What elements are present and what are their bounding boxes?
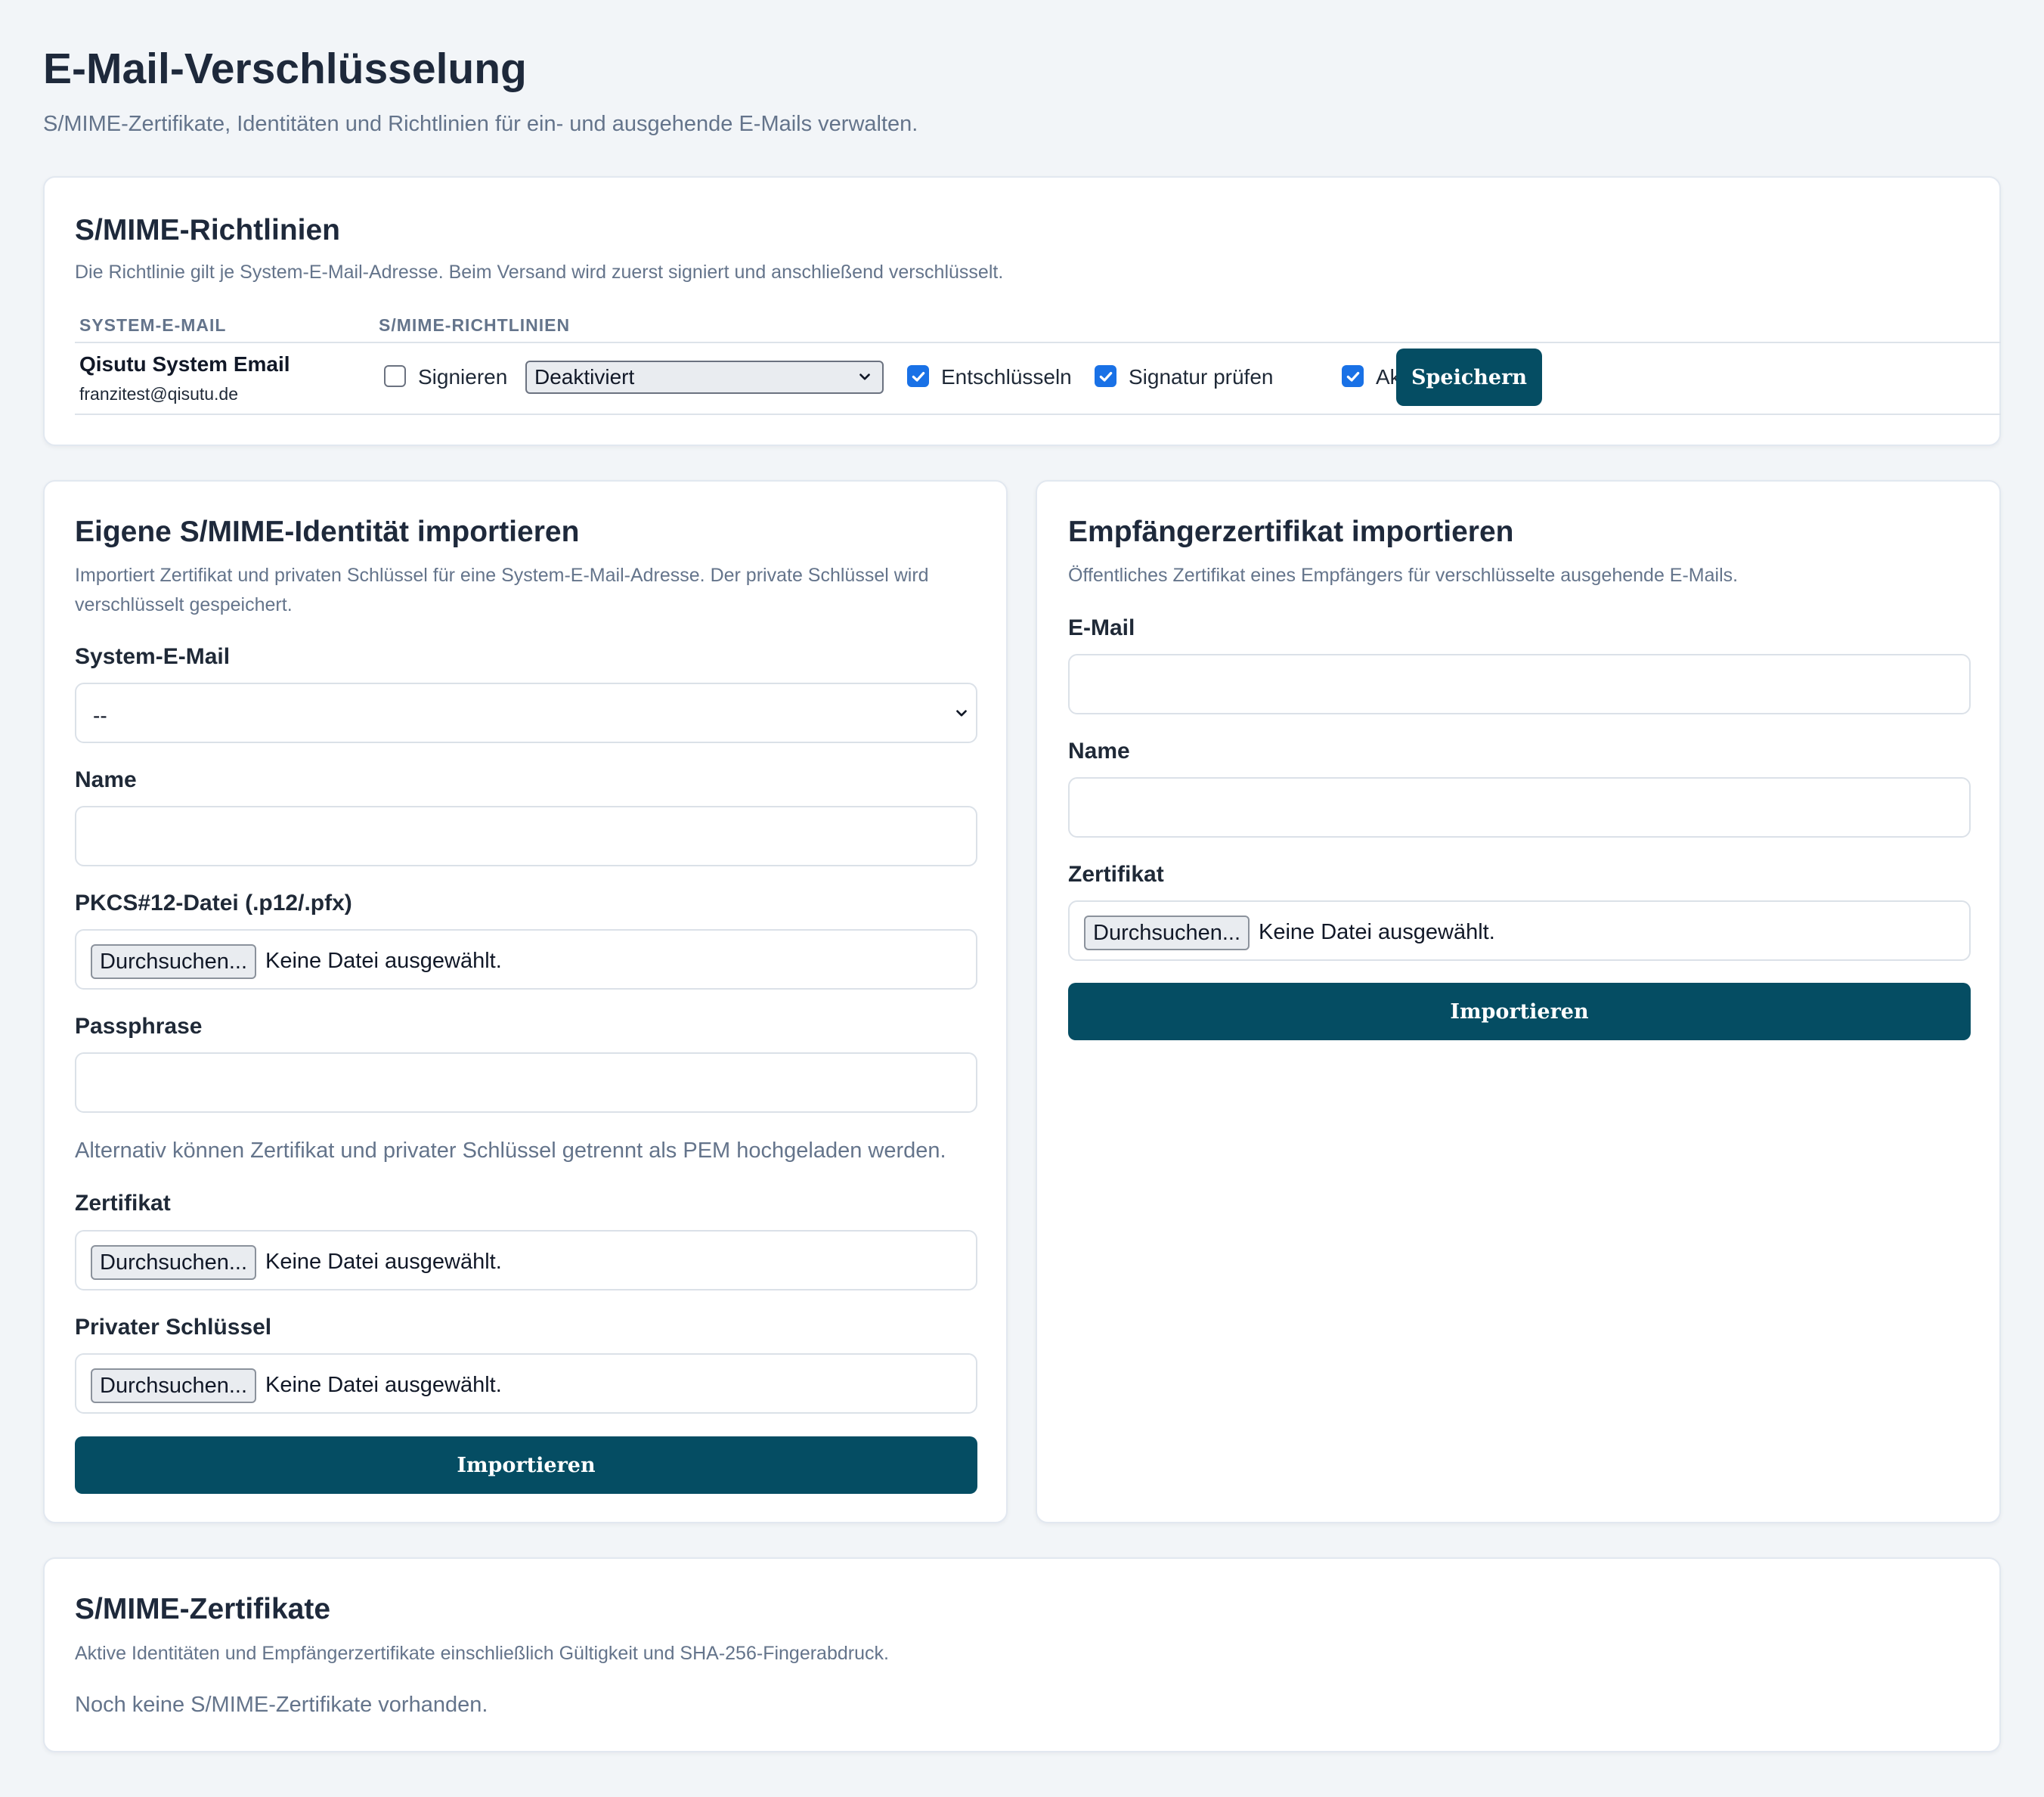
sign-label: Signieren: [418, 365, 508, 389]
page-subtitle: S/MIME-Zertifikate, Identitäten und Rich…: [43, 112, 918, 136]
verify-signature-checkbox[interactable]: [1095, 365, 1116, 387]
recipient-import-title: Empfängerzertifikat importieren: [1068, 516, 1514, 548]
certificates-empty-message: Noch keine S/MIME-Zertifikate vorhanden.: [75, 1693, 488, 1717]
checkmark-icon: [912, 371, 924, 382]
table-header-divider: [75, 342, 2001, 343]
identity-import-description-line2: verschlüsselt gespeichert.: [75, 594, 293, 615]
recipient-name-label: Name: [1068, 739, 1130, 764]
smime-policies-card: S/MIME-Richtlinien Die Richtlinie gilt j…: [43, 176, 2001, 446]
identity-certificate-label: Zertifikat: [75, 1191, 171, 1216]
certificates-card: S/MIME-Zertifikate Aktive Identitäten un…: [43, 1557, 2001, 1752]
identity-certificate-file-status: Keine Datei ausgewählt.: [265, 1250, 502, 1274]
system-email-select[interactable]: --: [75, 683, 977, 743]
decrypt-checkbox[interactable]: [907, 365, 929, 387]
policies-title: S/MIME-Richtlinien: [75, 214, 340, 246]
active-checkbox[interactable]: [1342, 365, 1364, 387]
recipient-import-card: Empfängerzertifikat importieren Öffentli…: [1036, 480, 2001, 1523]
pkcs12-file-status: Keine Datei ausgewählt.: [265, 949, 502, 973]
chevron-down-icon: [956, 710, 967, 717]
pkcs12-browse-button[interactable]: Durchsuchen...: [91, 944, 257, 979]
chevron-down-icon: [859, 373, 870, 380]
private-key-label: Privater Schlüssel: [75, 1315, 272, 1340]
passphrase-input[interactable]: [75, 1052, 977, 1113]
system-email-name: Qisutu System Email: [79, 352, 290, 376]
identity-import-card: Eigene S/MIME-Identität importieren Impo…: [43, 480, 1008, 1523]
recipient-email-input[interactable]: [1068, 654, 1971, 714]
recipient-name-input[interactable]: [1068, 777, 1971, 838]
pem-alternative-hint: Alternativ können Zertifikat und private…: [75, 1139, 946, 1163]
checkmark-icon: [1346, 371, 1359, 382]
certificates-description: Aktive Identitäten und Empfängerzertifik…: [75, 1643, 889, 1664]
policies-description: Die Richtlinie gilt je System-E-Mail-Adr…: [75, 262, 1004, 283]
system-email-address: franzitest@qisutu.de: [79, 384, 239, 404]
recipient-certificate-file-input[interactable]: Durchsuchen... Keine Datei ausgewählt.: [1068, 900, 1971, 961]
private-key-file-status: Keine Datei ausgewählt.: [265, 1373, 502, 1397]
identity-import-title: Eigene S/MIME-Identität importieren: [75, 516, 580, 548]
encryption-settings-page: E-Mail-Verschlüsselung S/MIME-Zertifikat…: [0, 0, 2044, 1797]
recipient-email-label: E-Mail: [1068, 615, 1135, 640]
identity-certificate-browse-button[interactable]: Durchsuchen...: [91, 1245, 257, 1280]
identity-name-input[interactable]: [75, 806, 977, 866]
encryption-mode-value: Deaktiviert: [534, 365, 635, 389]
system-email-label: System-E-Mail: [75, 644, 231, 669]
checkmark-icon: [1099, 371, 1112, 382]
page-title: E-Mail-Verschlüsselung: [43, 45, 527, 93]
identity-name-label: Name: [75, 767, 137, 792]
sign-checkbox[interactable]: [384, 365, 406, 387]
system-email-select-value: --: [93, 704, 107, 727]
recipient-certificate-browse-button[interactable]: Durchsuchen...: [1084, 916, 1250, 950]
column-header-system-email: SYSTEM-E-MAIL: [79, 315, 227, 335]
pkcs12-file-label: PKCS#12-Datei (.p12/.pfx): [75, 891, 352, 916]
column-header-smime-policies: S/MIME-RICHTLINIEN: [379, 315, 571, 335]
identity-import-description-line1: Importiert Zertifikat und privaten Schlü…: [75, 565, 929, 586]
identity-import-button[interactable]: Importieren: [75, 1436, 977, 1494]
table-row-divider: [75, 414, 2001, 415]
recipient-import-description: Öffentliches Zertifikat eines Empfängers…: [1068, 565, 1739, 586]
verify-signature-label: Signatur prüfen: [1129, 365, 1274, 389]
pkcs12-file-input[interactable]: Durchsuchen... Keine Datei ausgewählt.: [75, 929, 977, 990]
encryption-mode-select[interactable]: Deaktiviert: [525, 361, 884, 394]
identity-certificate-file-input[interactable]: Durchsuchen... Keine Datei ausgewählt.: [75, 1230, 977, 1290]
recipient-certificate-label: Zertifikat: [1068, 862, 1164, 887]
decrypt-label: Entschlüsseln: [941, 365, 1072, 389]
save-button[interactable]: Speichern: [1396, 349, 1542, 406]
passphrase-label: Passphrase: [75, 1014, 203, 1039]
private-key-browse-button[interactable]: Durchsuchen...: [91, 1368, 257, 1403]
certificates-title: S/MIME-Zertifikate: [75, 1593, 331, 1625]
recipient-certificate-file-status: Keine Datei ausgewählt.: [1259, 920, 1495, 944]
recipient-import-button[interactable]: Importieren: [1068, 983, 1971, 1040]
private-key-file-input[interactable]: Durchsuchen... Keine Datei ausgewählt.: [75, 1353, 977, 1414]
